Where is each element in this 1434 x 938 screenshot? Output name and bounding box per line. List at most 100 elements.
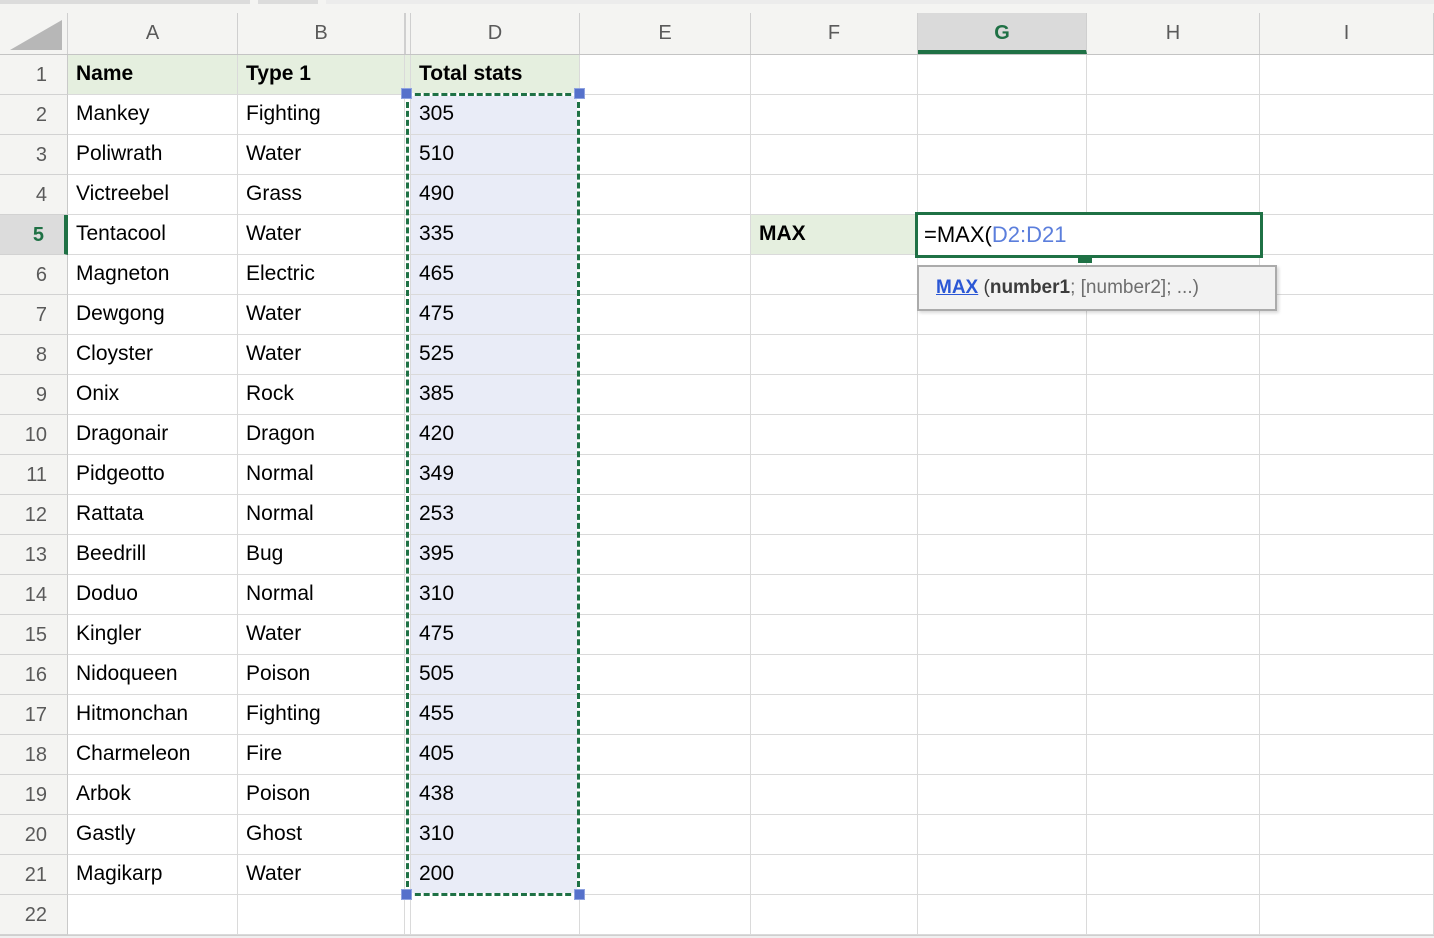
- cell-H15[interactable]: [1087, 615, 1260, 655]
- cell-F3[interactable]: [751, 135, 918, 175]
- cell-G9[interactable]: [918, 375, 1087, 415]
- cell-F14[interactable]: [751, 575, 918, 615]
- cell-A4[interactable]: Victreebel: [68, 175, 238, 215]
- cell-g5-formula-editor[interactable]: =MAX(D2:D21: [915, 212, 1263, 258]
- cell-H9[interactable]: [1087, 375, 1260, 415]
- cell-I16[interactable]: [1260, 655, 1434, 695]
- cell-E4[interactable]: [580, 175, 751, 215]
- cell-I2[interactable]: [1260, 95, 1434, 135]
- cell-A13[interactable]: Beedrill: [68, 535, 238, 575]
- cell-B13[interactable]: Bug: [238, 535, 405, 575]
- cell-F20[interactable]: [751, 815, 918, 855]
- cell-I4[interactable]: [1260, 175, 1434, 215]
- row-header-21[interactable]: 21: [0, 855, 68, 895]
- cell-A12[interactable]: Rattata: [68, 495, 238, 535]
- cell-F5[interactable]: MAX: [751, 215, 918, 255]
- cell-H19[interactable]: [1087, 775, 1260, 815]
- cell-H1[interactable]: [1087, 55, 1260, 95]
- selection-handle-bottom-left[interactable]: [401, 889, 412, 900]
- cell-E15[interactable]: [580, 615, 751, 655]
- row-header-16[interactable]: 16: [0, 655, 68, 695]
- cell-F10[interactable]: [751, 415, 918, 455]
- cell-E12[interactable]: [580, 495, 751, 535]
- cell-F16[interactable]: [751, 655, 918, 695]
- row-header-12[interactable]: 12: [0, 495, 68, 535]
- cell-H18[interactable]: [1087, 735, 1260, 775]
- cell-G22[interactable]: [918, 895, 1087, 935]
- cell-E22[interactable]: [580, 895, 751, 935]
- cell-F9[interactable]: [751, 375, 918, 415]
- cell-H17[interactable]: [1087, 695, 1260, 735]
- cell-I7[interactable]: [1260, 295, 1434, 335]
- cell-F7[interactable]: [751, 295, 918, 335]
- cell-B11[interactable]: Normal: [238, 455, 405, 495]
- cell-H14[interactable]: [1087, 575, 1260, 615]
- cell-A9[interactable]: Onix: [68, 375, 238, 415]
- cell-A11[interactable]: Pidgeotto: [68, 455, 238, 495]
- cell-G10[interactable]: [918, 415, 1087, 455]
- cell-G12[interactable]: [918, 495, 1087, 535]
- cell-B14[interactable]: Normal: [238, 575, 405, 615]
- cell-I13[interactable]: [1260, 535, 1434, 575]
- column-header-E[interactable]: E: [580, 13, 751, 54]
- cell-E11[interactable]: [580, 455, 751, 495]
- cell-B21[interactable]: Water: [238, 855, 405, 895]
- cell-A18[interactable]: Charmeleon: [68, 735, 238, 775]
- row-header-1[interactable]: 1: [0, 55, 68, 95]
- cell-E2[interactable]: [580, 95, 751, 135]
- cell-H11[interactable]: [1087, 455, 1260, 495]
- cell-G2[interactable]: [918, 95, 1087, 135]
- cell-G18[interactable]: [918, 735, 1087, 775]
- cell-F13[interactable]: [751, 535, 918, 575]
- cell-B9[interactable]: Rock: [238, 375, 405, 415]
- cell-I22[interactable]: [1260, 895, 1434, 935]
- column-header-G[interactable]: G: [918, 13, 1087, 54]
- cell-F19[interactable]: [751, 775, 918, 815]
- cell-A8[interactable]: Cloyster: [68, 335, 238, 375]
- row-header-17[interactable]: 17: [0, 695, 68, 735]
- column-header-B[interactable]: B: [238, 13, 405, 54]
- cell-I20[interactable]: [1260, 815, 1434, 855]
- cell-G16[interactable]: [918, 655, 1087, 695]
- cell-A5[interactable]: Tentacool: [68, 215, 238, 255]
- selection-handle-top-left[interactable]: [401, 88, 412, 99]
- cell-A19[interactable]: Arbok: [68, 775, 238, 815]
- cell-B6[interactable]: Electric: [238, 255, 405, 295]
- cell-A17[interactable]: Hitmonchan: [68, 695, 238, 735]
- row-header-3[interactable]: 3: [0, 135, 68, 175]
- row-header-19[interactable]: 19: [0, 775, 68, 815]
- cell-H4[interactable]: [1087, 175, 1260, 215]
- cell-F8[interactable]: [751, 335, 918, 375]
- cell-H21[interactable]: [1087, 855, 1260, 895]
- cell-G19[interactable]: [918, 775, 1087, 815]
- cell-D22[interactable]: [411, 895, 580, 935]
- cell-I1[interactable]: [1260, 55, 1434, 95]
- cell-A14[interactable]: Doduo: [68, 575, 238, 615]
- cell-A2[interactable]: Mankey: [68, 95, 238, 135]
- cell-G21[interactable]: [918, 855, 1087, 895]
- cell-A3[interactable]: Poliwrath: [68, 135, 238, 175]
- cell-B15[interactable]: Water: [238, 615, 405, 655]
- cell-E16[interactable]: [580, 655, 751, 695]
- cell-B22[interactable]: [238, 895, 405, 935]
- selection-handle-top-right[interactable]: [574, 88, 585, 99]
- row-header-10[interactable]: 10: [0, 415, 68, 455]
- cell-B18[interactable]: Fire: [238, 735, 405, 775]
- cell-E13[interactable]: [580, 535, 751, 575]
- cell-A7[interactable]: Dewgong: [68, 295, 238, 335]
- cell-G3[interactable]: [918, 135, 1087, 175]
- cell-F17[interactable]: [751, 695, 918, 735]
- cell-G14[interactable]: [918, 575, 1087, 615]
- row-header-6[interactable]: 6: [0, 255, 68, 295]
- cell-D1[interactable]: Total stats: [411, 55, 580, 95]
- row-header-18[interactable]: 18: [0, 735, 68, 775]
- cell-E17[interactable]: [580, 695, 751, 735]
- cell-E21[interactable]: [580, 855, 751, 895]
- select-all-corner[interactable]: [0, 13, 68, 54]
- cell-B12[interactable]: Normal: [238, 495, 405, 535]
- cell-E18[interactable]: [580, 735, 751, 775]
- cell-I11[interactable]: [1260, 455, 1434, 495]
- cell-H3[interactable]: [1087, 135, 1260, 175]
- cell-B4[interactable]: Grass: [238, 175, 405, 215]
- cell-I8[interactable]: [1260, 335, 1434, 375]
